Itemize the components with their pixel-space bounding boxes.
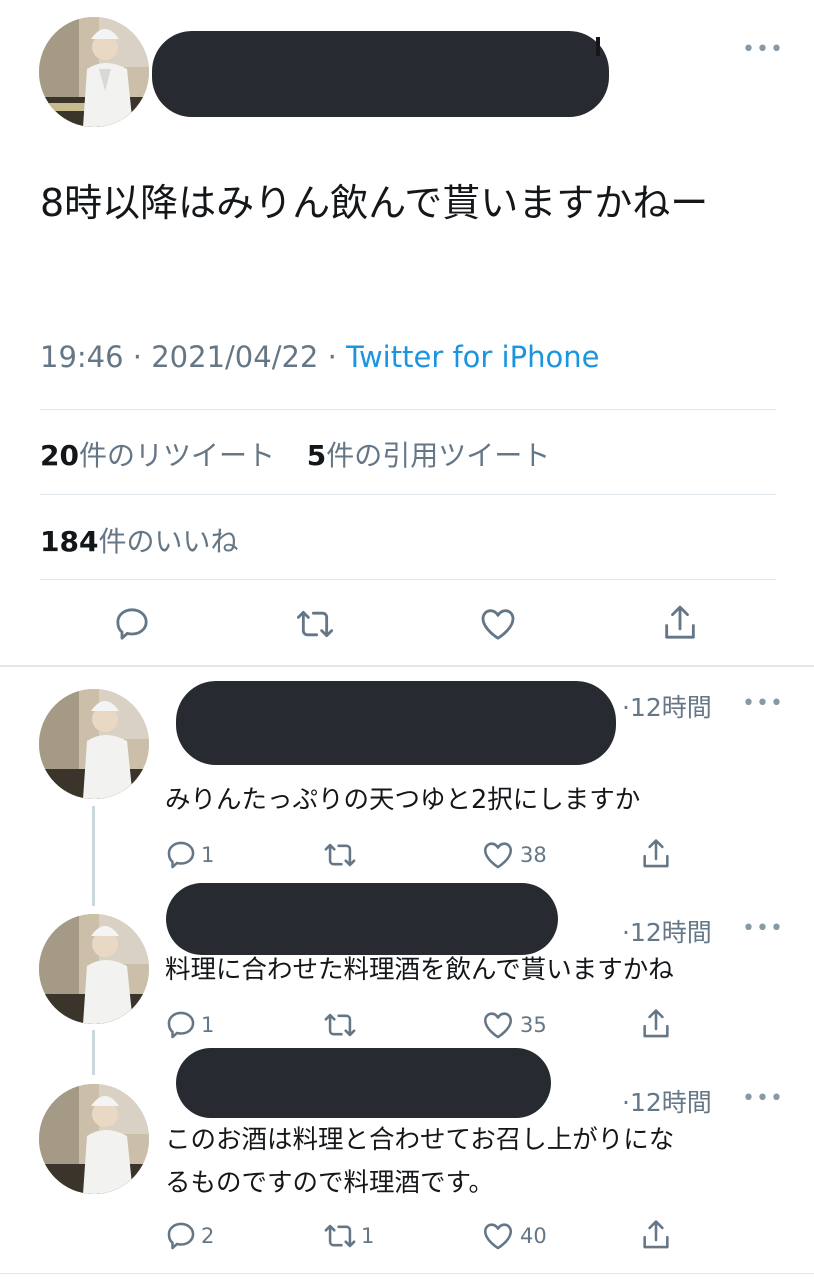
reply-avatar[interactable] (39, 1084, 149, 1194)
partial-name-glyph (596, 37, 600, 56)
like-icon[interactable] (481, 1008, 515, 1046)
reply-text: みりんたっぷりの天つゆと2択にしますか (165, 785, 641, 815)
share-icon[interactable] (639, 836, 673, 876)
divider (40, 494, 776, 495)
more-icon[interactable]: ••• (742, 1088, 784, 1110)
thread-line (92, 806, 95, 906)
divider (40, 579, 776, 580)
share-icon[interactable] (639, 1006, 673, 1046)
tweet-date: 2021/04/22 (151, 340, 319, 374)
reply-count: 1 (201, 1013, 215, 1037)
reply-time: ·12時間 (622, 1088, 712, 1117)
reply-icon[interactable] (164, 1008, 198, 1046)
reply-avatar[interactable] (39, 914, 149, 1024)
retweets-stat[interactable]: 20件のリツイート (40, 439, 275, 472)
share-icon[interactable] (660, 602, 700, 648)
reply-author-redaction (166, 883, 558, 955)
reply-author-redaction (176, 1048, 551, 1118)
reply-time: ·12時間 (622, 918, 712, 947)
author-avatar[interactable] (39, 17, 149, 127)
reply-count: 2 (201, 1224, 215, 1248)
quotes-count: 5 (306, 439, 327, 472)
divider (0, 1273, 814, 1274)
more-icon[interactable]: ••• (742, 918, 784, 940)
share-icon[interactable] (639, 1217, 673, 1257)
like-count: 40 (520, 1224, 547, 1248)
like-count: 35 (520, 1013, 547, 1037)
like-count: 38 (520, 843, 547, 867)
reply-time: ·12時間 (622, 693, 712, 722)
retweet-count: 1 (361, 1224, 375, 1248)
more-icon[interactable]: ••• (742, 39, 784, 61)
meta-separator: · (132, 340, 143, 374)
retweets-label: 件のリツイート (78, 439, 275, 472)
likes-label: 件のいいね (98, 525, 239, 558)
like-icon[interactable] (481, 838, 515, 876)
retweet-icon[interactable] (321, 1219, 359, 1257)
likes-stat[interactable]: 184件のいいね (40, 520, 238, 560)
likes-count: 184 (40, 525, 99, 558)
tweet-source-link[interactable]: Twitter for iPhone (346, 340, 599, 374)
quotes-label: 件の引用ツイート (326, 439, 551, 472)
retweet-icon[interactable] (321, 838, 359, 876)
retweet-icon[interactable] (321, 1008, 359, 1046)
more-icon[interactable]: ••• (742, 693, 784, 715)
like-icon[interactable] (481, 1219, 515, 1257)
reply-author-redaction (176, 681, 616, 765)
retweets-count: 20 (40, 439, 79, 472)
reply-count: 1 (201, 843, 215, 867)
reply-avatar[interactable] (39, 689, 149, 799)
tweet-meta: 19:46 · 2021/04/22 · Twitter for iPhone (40, 340, 599, 374)
divider (0, 665, 814, 667)
reply-text: るものですので料理酒です。 (165, 1168, 494, 1198)
divider (40, 409, 776, 410)
reply-text: 料理に合わせた料理酒を飲んで貰いますかね (165, 955, 674, 985)
tweet-time: 19:46 (40, 340, 124, 374)
retweet-icon[interactable] (293, 604, 337, 648)
like-icon[interactable] (478, 604, 518, 648)
meta-separator: · (327, 340, 337, 374)
thread-line (92, 1030, 95, 1075)
reply-icon[interactable] (164, 1219, 198, 1257)
author-name-redaction (152, 31, 609, 117)
reply-icon[interactable] (112, 604, 152, 648)
quotes-stat[interactable]: 5件の引用ツイート (307, 439, 551, 472)
engagement-stats: 20件のリツイート 5件の引用ツイート (40, 434, 550, 474)
tweet-text: 8時以降はみりん飲んで貰いますかねー (40, 181, 709, 225)
reply-icon[interactable] (164, 838, 198, 876)
reply-text: このお酒は料理と合わせてお召し上がりにな (165, 1125, 675, 1155)
